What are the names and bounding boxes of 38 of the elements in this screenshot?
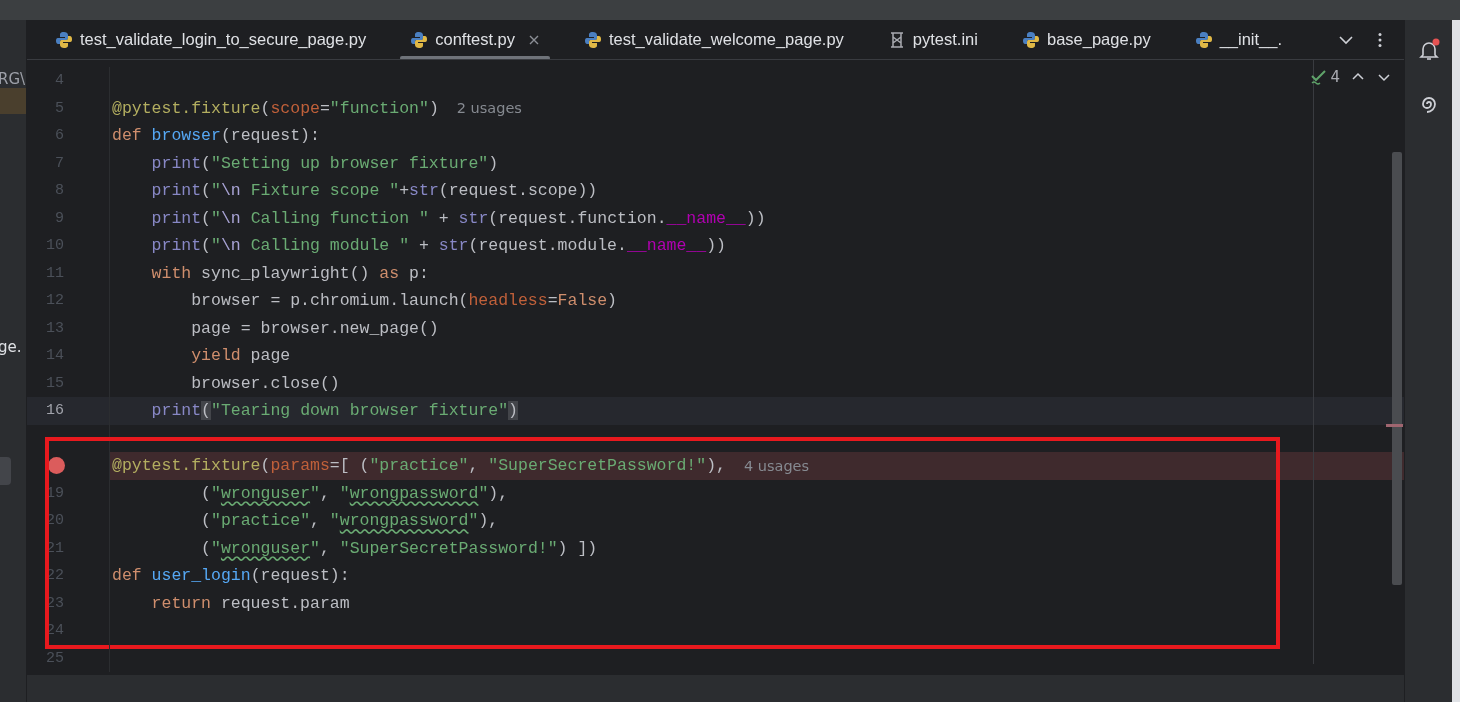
line-number: 16 <box>45 402 64 420</box>
code-line: browser = p.chromium.launch(headless=False) <box>190 291 617 311</box>
code-line: def browser(request): <box>112 126 320 146</box>
python-file-icon <box>1194 30 1213 49</box>
python-file-icon <box>1021 30 1040 49</box>
file-tab[interactable]: conftest.py <box>396 20 554 59</box>
code-line: print("\n Calling module " + str(request.module.__name__)) <box>150 236 726 256</box>
code-line: browser.close() <box>190 373 340 393</box>
python-file-icon <box>584 30 602 49</box>
code-line: def user_login(request): <box>112 566 350 586</box>
code-line: print("Setting up browser fixture") <box>150 153 499 173</box>
code-line: print("\n Fixture scope "+str(request.scope)) <box>150 181 598 201</box>
python-file-icon <box>55 30 73 49</box>
code-line: @pytest.fixture(scope="function") <box>112 98 439 118</box>
scrollbar-thumb[interactable] <box>1392 152 1402 585</box>
code-line: print("Tearing down browser fixture") <box>150 401 518 421</box>
code-line: ("wronguser", "wrongpassword"), <box>200 483 509 503</box>
code-line: print("\n Calling function " + str(request.function.__name__)) <box>150 208 766 228</box>
usages-hint[interactable]: 2 usages <box>456 100 522 117</box>
inspection-count[interactable]: 4 <box>1309 68 1341 86</box>
file-tab[interactable]: __init__. <box>1180 20 1297 59</box>
python-file-icon <box>410 30 429 49</box>
project-path-text: RG\ <box>0 70 26 88</box>
code-line: yield page <box>190 346 291 366</box>
usages-hint[interactable]: 4 usages <box>743 457 810 474</box>
code-line: ("practice", "wrongpassword"), <box>200 511 499 531</box>
code-line: @pytest.fixture(params=[ ("practice", "SuperSecretPassword!"), <box>112 456 726 476</box>
code-line: ("wronguser", "SuperSecretPassword!") ]) <box>200 538 598 558</box>
close-icon[interactable] <box>528 33 540 46</box>
file-tab[interactable]: test_validate_welcome_page.py <box>570 20 858 59</box>
code-line: return request.param <box>150 593 350 613</box>
file-tab[interactable]: test_validate_login_to_secure_page.py <box>41 20 381 59</box>
code-line: page = browser.new_page() <box>190 318 439 338</box>
notifications-icon[interactable] <box>1416 38 1441 62</box>
file-tab[interactable]: pytest.ini <box>873 20 992 59</box>
file-tab[interactable]: base_page.py <box>1007 20 1165 59</box>
code-line: with sync_playwright() as p: <box>150 263 429 283</box>
panel-handle[interactable] <box>0 457 11 485</box>
